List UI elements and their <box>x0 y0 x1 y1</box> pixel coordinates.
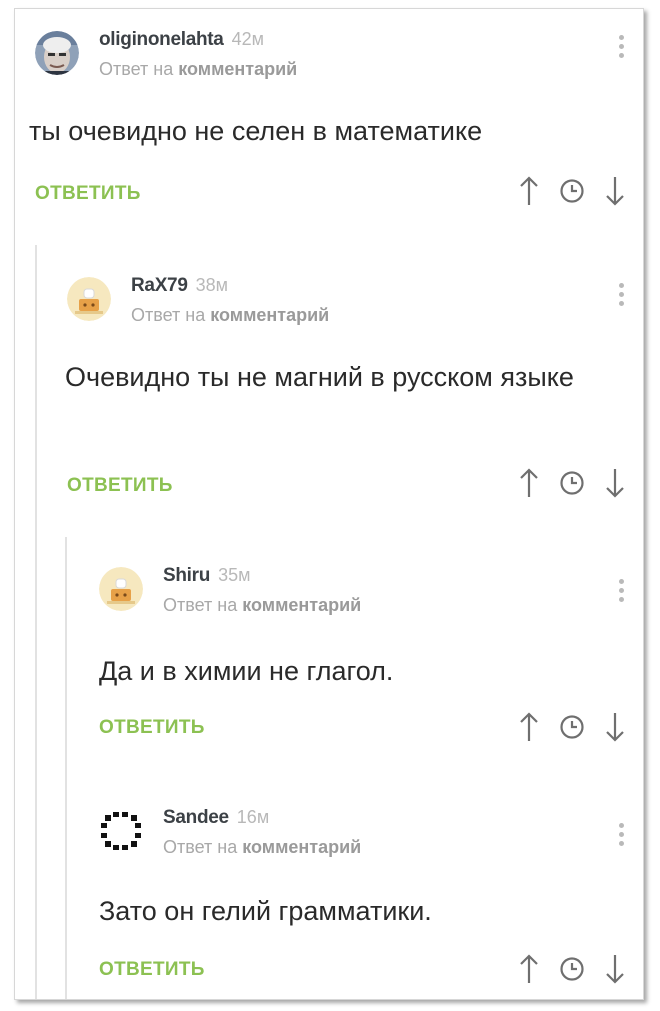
avatar[interactable] <box>99 567 143 611</box>
comment-time: 35м <box>218 565 251 585</box>
author-name[interactable]: Shiru <box>163 565 210 586</box>
reply-button[interactable]: ОТВЕТИТЬ <box>35 183 141 205</box>
reply-prefix: Ответ на <box>99 59 174 79</box>
comment-text: ты очевидно не селен в математике <box>29 116 483 146</box>
arrow-down-icon[interactable] <box>603 175 627 207</box>
clock-icon[interactable] <box>559 714 585 740</box>
reply-to: Ответ на комментарий <box>131 305 329 326</box>
arrow-down-icon[interactable] <box>603 953 627 985</box>
arrow-down-icon[interactable] <box>603 711 627 743</box>
reply-to: Ответ на комментарий <box>163 595 361 616</box>
reply-prefix: Ответ на <box>163 595 238 615</box>
reply-prefix: Ответ на <box>163 837 238 857</box>
arrow-up-icon[interactable] <box>517 175 541 207</box>
comment-text: Очевидно ты не магний в русском языке <box>65 362 574 392</box>
comment-header: Shiru 35м <box>163 565 250 587</box>
arrow-down-icon[interactable] <box>603 467 627 499</box>
reply-button[interactable]: ОТВЕТИТЬ <box>99 717 205 739</box>
thread-line-level-2[interactable] <box>65 537 67 999</box>
comment-header: oliginonelahta 42м <box>99 29 264 51</box>
comment-actions <box>517 711 627 743</box>
reply-link[interactable]: комментарий <box>178 59 297 79</box>
avatar[interactable] <box>67 277 111 321</box>
author-name[interactable]: Sandee <box>163 807 229 828</box>
arrow-up-icon[interactable] <box>517 711 541 743</box>
comment-header: RaX79 38м <box>131 275 228 297</box>
comment-time: 42м <box>231 29 264 49</box>
arrow-up-icon[interactable] <box>517 467 541 499</box>
clock-icon[interactable] <box>559 470 585 496</box>
comment-actions <box>517 175 627 207</box>
reply-prefix: Ответ на <box>131 305 206 325</box>
reply-to: Ответ на комментарий <box>99 59 297 80</box>
comments-panel: oliginonelahta 42м Ответ на комментарий т… <box>14 8 644 1000</box>
comment-header: Sandee 16м <box>163 807 269 829</box>
more-vertical-icon[interactable] <box>619 579 627 602</box>
clock-icon[interactable] <box>559 178 585 204</box>
comment-text: Да и в химии не глагол. <box>99 656 394 686</box>
avatar[interactable] <box>99 809 143 853</box>
more-vertical-icon[interactable] <box>619 823 627 846</box>
thread-line-level-1[interactable] <box>35 245 37 999</box>
reply-button[interactable]: ОТВЕТИТЬ <box>67 475 173 497</box>
comment-text: Зато он гелий грамматики. <box>99 896 432 926</box>
avatar[interactable] <box>35 31 79 75</box>
more-vertical-icon[interactable] <box>619 35 627 58</box>
comment-actions <box>517 953 627 985</box>
reply-link[interactable]: комментарий <box>242 595 361 615</box>
author-name[interactable]: RaX79 <box>131 275 188 296</box>
author-name[interactable]: oliginonelahta <box>99 29 224 50</box>
clock-icon[interactable] <box>559 956 585 982</box>
reply-link[interactable]: комментарий <box>210 305 329 325</box>
reply-link[interactable]: комментарий <box>242 837 361 857</box>
more-vertical-icon[interactable] <box>619 283 627 306</box>
comment-time: 16м <box>236 807 270 827</box>
comment-actions <box>517 467 627 499</box>
reply-button[interactable]: ОТВЕТИТЬ <box>99 959 205 981</box>
arrow-up-icon[interactable] <box>517 953 541 985</box>
comment-time: 38м <box>195 275 229 295</box>
reply-to: Ответ на комментарий <box>163 837 361 858</box>
